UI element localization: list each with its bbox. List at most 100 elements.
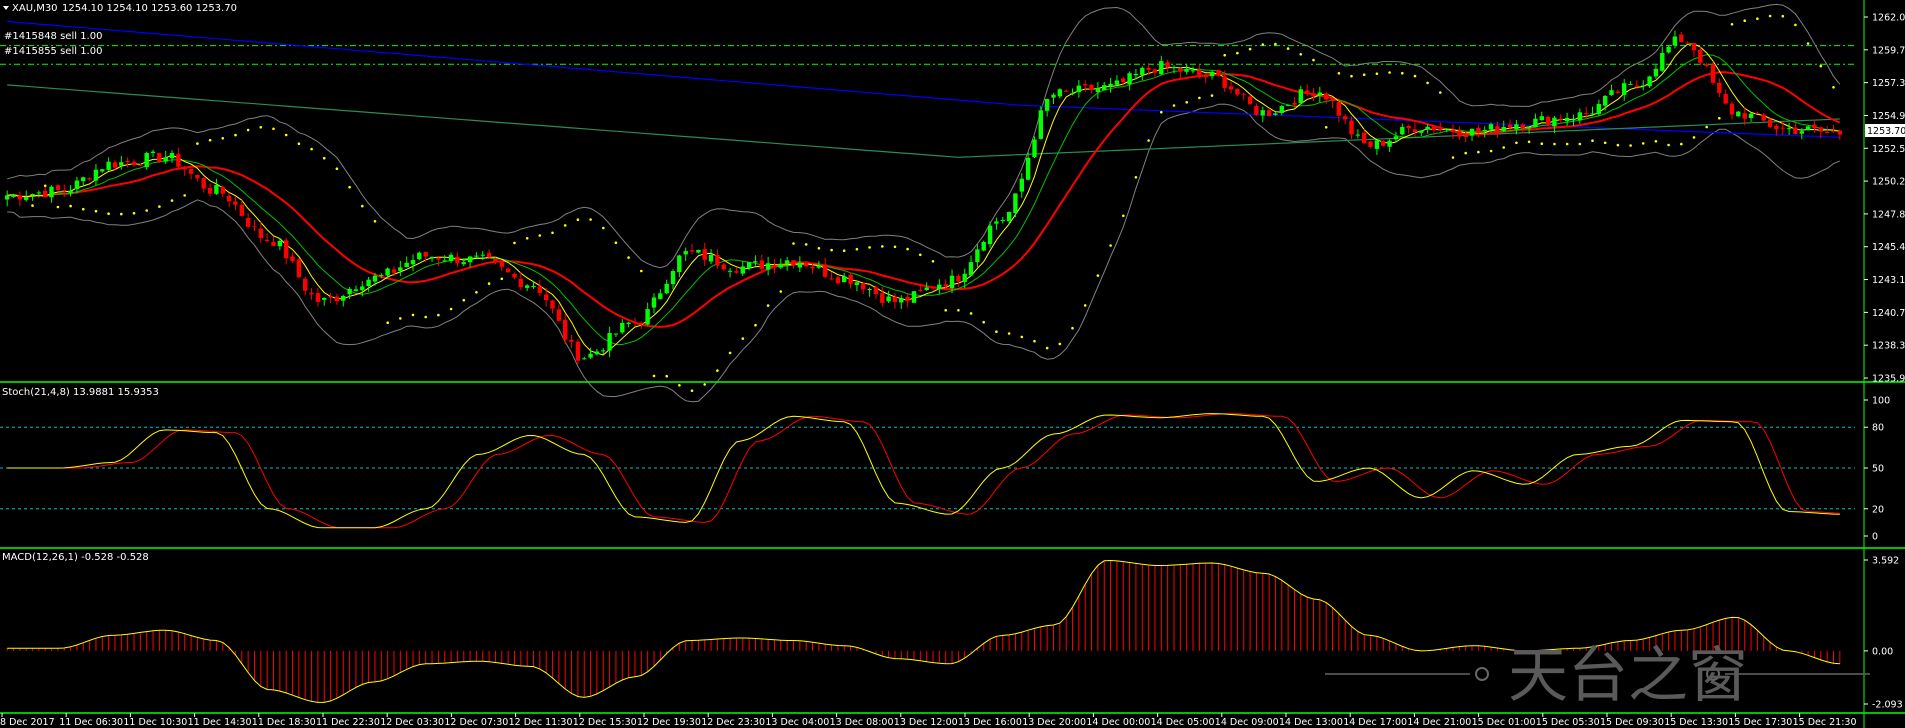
- sar-dot: [310, 147, 313, 151]
- candle-body: [1780, 127, 1785, 129]
- order-label-2[interactable]: #1415855 sell 1.00: [4, 46, 102, 57]
- time-tick-label: 8 Dec 2017: [0, 717, 55, 728]
- candle-body: [601, 350, 606, 352]
- sar-dot: [1083, 304, 1087, 307]
- candle-body: [804, 261, 809, 267]
- price-panel[interactable]: [0, 3, 1855, 403]
- candle-body: [1590, 113, 1595, 115]
- time-tick-label: 13 Dec 12:00: [894, 717, 958, 728]
- sar-dot: [754, 323, 757, 327]
- candle-body: [1025, 157, 1031, 180]
- candle-body: [1209, 71, 1215, 77]
- sar-dot: [1439, 91, 1442, 94]
- candle-body: [1260, 110, 1265, 116]
- candle-body: [1127, 73, 1132, 85]
- candle-body: [309, 292, 314, 295]
- candle-body: [1235, 88, 1240, 95]
- candle-body: [797, 262, 802, 268]
- candle-body: [1748, 113, 1754, 118]
- candle-body: [1660, 53, 1665, 71]
- sar-dot: [602, 226, 605, 230]
- stochastic-panel[interactable]: [0, 413, 1855, 529]
- sar-dot: [1020, 335, 1024, 339]
- candle-body: [1241, 93, 1246, 95]
- chart-title: XAU,M30: [12, 3, 58, 14]
- sar-dot: [830, 248, 833, 252]
- sar-dot: [475, 291, 478, 294]
- sar-dot: [1540, 142, 1544, 145]
- candle-body: [829, 278, 834, 280]
- candle-body: [715, 255, 720, 266]
- candle-body: [994, 221, 999, 224]
- sar-dot: [1223, 53, 1226, 57]
- sar-dot: [716, 369, 719, 372]
- price-tick-label: 1252.55: [1872, 144, 1905, 155]
- candle-body: [1114, 80, 1120, 85]
- sar-dot: [1768, 14, 1772, 18]
- time-tick-label: 14 Dec 00:00: [1086, 717, 1150, 728]
- sar-dot: [1641, 142, 1645, 145]
- time-tick-label: 15 Dec 17:30: [1728, 717, 1792, 728]
- candle-body: [924, 287, 929, 290]
- candle-body: [1584, 113, 1589, 115]
- chart-menu-triangle-icon[interactable]: [3, 6, 9, 10]
- candle-body: [1761, 114, 1766, 121]
- candle-body: [892, 296, 898, 302]
- sar-dot: [563, 224, 567, 227]
- candle-body: [1273, 113, 1278, 115]
- candle-body: [1837, 130, 1842, 135]
- candle-body: [81, 177, 86, 182]
- time-tick-label: 11 Dec 06:30: [59, 717, 123, 728]
- trading-chart[interactable]: 1262.05 1259.70 1257.30 1254.95 1252.55 1250.…: [0, 0, 1905, 728]
- sar-dot: [1489, 149, 1493, 153]
- candle-body: [1140, 67, 1145, 75]
- candle-body: [582, 358, 587, 360]
- sar-dot: [1578, 142, 1582, 146]
- candle-body: [1774, 126, 1779, 130]
- sar-dot: [1794, 23, 1797, 27]
- candle-body: [791, 260, 796, 266]
- sar-dot: [1502, 146, 1505, 149]
- candle-body: [956, 275, 961, 282]
- sar-dot: [1819, 64, 1823, 68]
- candle-body: [220, 186, 225, 194]
- candle-body: [258, 228, 263, 239]
- candle-body: [36, 192, 42, 194]
- sar-dot: [94, 209, 98, 213]
- candle-body: [753, 261, 758, 263]
- order-label-1[interactable]: #1415848 sell 1.00: [4, 31, 102, 42]
- candle-body: [607, 333, 612, 351]
- sar-dot: [589, 218, 592, 221]
- candle-body: [315, 293, 321, 302]
- sar-dot: [82, 207, 85, 211]
- candle-body: [664, 283, 669, 294]
- candle-body: [1121, 78, 1126, 83]
- candle-body: [1311, 93, 1316, 97]
- stoch-main-line: [7, 413, 1840, 529]
- candle-body: [347, 288, 352, 295]
- sar-dot: [1464, 151, 1467, 155]
- candle-body: [169, 153, 175, 159]
- panel-separators[interactable]: [0, 0, 1905, 728]
- candle-body: [1374, 140, 1380, 149]
- candle-body: [1165, 62, 1170, 67]
- candle-body: [195, 175, 200, 179]
- candle-body: [937, 284, 942, 290]
- time-tick-label: 14 Dec 17:00: [1343, 717, 1407, 728]
- candle-body: [734, 271, 739, 273]
- candle-body: [1742, 113, 1747, 119]
- candle-body: [1736, 111, 1741, 117]
- sar-dot: [1122, 214, 1125, 218]
- candle-body: [1723, 94, 1728, 104]
- sar-dot: [1147, 139, 1150, 142]
- candle-body: [1488, 124, 1494, 130]
- candle-body: [1653, 68, 1659, 77]
- candle-body: [499, 262, 504, 267]
- sar-dot: [1413, 74, 1417, 78]
- candle-body: [524, 285, 530, 288]
- candle-body: [17, 195, 22, 200]
- time-tick-label: 12 Dec 11:30: [509, 717, 573, 728]
- candle-body: [391, 269, 397, 273]
- candle-body: [759, 260, 764, 269]
- candle-body: [823, 264, 828, 277]
